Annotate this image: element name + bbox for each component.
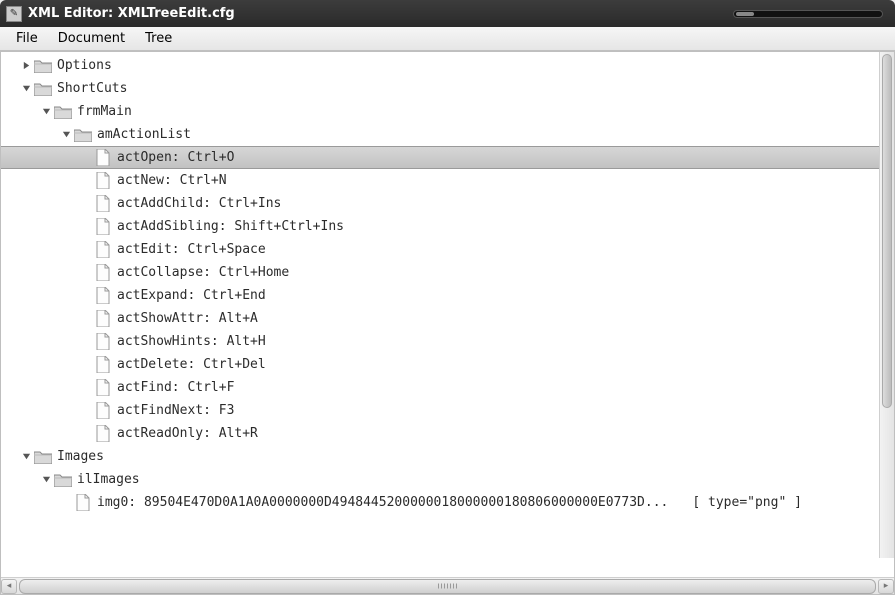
menubar: File Document Tree — [0, 27, 895, 51]
tree-node-frmmain[interactable]: frmMain — [1, 100, 894, 123]
tree-node-images[interactable]: Images — [1, 445, 894, 468]
folder-icon — [53, 471, 73, 489]
tree-leaf[interactable]: actDelete: Ctrl+Del — [1, 353, 894, 376]
tree-node-amactionlist[interactable]: amActionList — [1, 123, 894, 146]
tree-label: actCollapse: Ctrl+Home — [117, 261, 289, 284]
tree-label: actFind: Ctrl+F — [117, 376, 234, 399]
tree-label: actDelete: Ctrl+Del — [117, 353, 266, 376]
file-icon — [93, 287, 113, 305]
scrollbar-thumb[interactable] — [882, 54, 892, 408]
file-icon — [93, 333, 113, 351]
file-icon — [93, 425, 113, 443]
tree-leaf[interactable]: actExpand: Ctrl+End — [1, 284, 894, 307]
tree-label: actFindNext: F3 — [117, 399, 234, 422]
tree-label: Options — [57, 54, 112, 77]
tree-label: amActionList — [97, 123, 191, 146]
vertical-scrollbar[interactable] — [879, 52, 894, 558]
tree-view[interactable]: Options ShortCuts frmMain amA — [1, 52, 894, 577]
tree-label: img0: 89504E470D0A1A0A0000000D4948445200… — [97, 491, 668, 514]
client-area: Options ShortCuts frmMain amA — [0, 51, 895, 595]
tree-leaf[interactable]: actFind: Ctrl+F — [1, 376, 894, 399]
tree-leaf[interactable]: actShowAttr: Alt+A — [1, 307, 894, 330]
tree-attrs: [ type="png" ] — [692, 491, 802, 514]
tree-label: actEdit: Ctrl+Space — [117, 238, 266, 261]
folder-icon — [33, 57, 53, 75]
folder-icon — [73, 126, 93, 144]
collapse-arrow-icon[interactable] — [19, 452, 33, 461]
tree-leaf-img0[interactable]: img0: 89504E470D0A1A0A0000000D4948445200… — [1, 491, 894, 514]
folder-icon — [33, 80, 53, 98]
file-icon — [93, 195, 113, 213]
tree-leaf[interactable]: actFindNext: F3 — [1, 399, 894, 422]
window: ✎ XML Editor: XMLTreeEdit.cfg File Docum… — [0, 0, 895, 595]
tree-label: ShortCuts — [57, 77, 127, 100]
tree-label: actOpen: Ctrl+O — [117, 147, 234, 168]
file-icon — [93, 218, 113, 236]
tree-label: ilImages — [77, 468, 140, 491]
scrollbar-track[interactable] — [19, 579, 876, 594]
menu-document[interactable]: Document — [48, 29, 135, 48]
file-icon — [93, 379, 113, 397]
tree-label: actAddSibling: Shift+Ctrl+Ins — [117, 215, 344, 238]
titlebar[interactable]: ✎ XML Editor: XMLTreeEdit.cfg — [0, 0, 895, 27]
collapse-arrow-icon[interactable] — [59, 130, 73, 139]
tree-leaf[interactable]: actShowHints: Alt+H — [1, 330, 894, 353]
scroll-right-button[interactable]: ▸ — [878, 579, 894, 594]
app-icon: ✎ — [6, 6, 22, 22]
horizontal-scrollbar[interactable]: ◂ ▸ — [1, 577, 894, 594]
scroll-left-button[interactable]: ◂ — [1, 579, 17, 594]
tree-label: actShowAttr: Alt+A — [117, 307, 258, 330]
expand-arrow-icon[interactable] — [19, 61, 33, 70]
tree-leaf[interactable]: actEdit: Ctrl+Space — [1, 238, 894, 261]
tree-leaf[interactable]: actCollapse: Ctrl+Home — [1, 261, 894, 284]
tree-node-ilimages[interactable]: ilImages — [1, 468, 894, 491]
menu-file[interactable]: File — [6, 29, 48, 48]
menu-tree[interactable]: Tree — [135, 29, 182, 48]
file-icon — [93, 264, 113, 282]
tree-label: Images — [57, 445, 104, 468]
collapse-arrow-icon[interactable] — [19, 84, 33, 93]
window-title: XML Editor: XMLTreeEdit.cfg — [28, 6, 235, 21]
tree-leaf-actopen[interactable]: actOpen: Ctrl+O — [1, 146, 894, 169]
file-icon — [93, 172, 113, 190]
file-icon — [93, 356, 113, 374]
titlebar-slider[interactable] — [733, 10, 883, 18]
tree-label: actShowHints: Alt+H — [117, 330, 266, 353]
collapse-arrow-icon[interactable] — [39, 475, 53, 484]
tree-label: frmMain — [77, 100, 132, 123]
tree-label: actReadOnly: Alt+R — [117, 422, 258, 445]
tree-leaf[interactable]: actAddChild: Ctrl+Ins — [1, 192, 894, 215]
tree-label: actAddChild: Ctrl+Ins — [117, 192, 281, 215]
scrollbar-thumb[interactable] — [19, 579, 876, 594]
collapse-arrow-icon[interactable] — [39, 107, 53, 116]
file-icon — [73, 494, 93, 512]
tree-label: actNew: Ctrl+N — [117, 169, 227, 192]
file-icon — [93, 402, 113, 420]
tree-node-options[interactable]: Options — [1, 54, 894, 77]
tree-leaf[interactable]: actNew: Ctrl+N — [1, 169, 894, 192]
file-icon — [93, 310, 113, 328]
tree-label: actExpand: Ctrl+End — [117, 284, 266, 307]
file-icon — [93, 149, 113, 167]
tree-leaf[interactable]: actAddSibling: Shift+Ctrl+Ins — [1, 215, 894, 238]
file-icon — [93, 241, 113, 259]
folder-icon — [33, 448, 53, 466]
tree-node-shortcuts[interactable]: ShortCuts — [1, 77, 894, 100]
tree-leaf[interactable]: actReadOnly: Alt+R — [1, 422, 894, 445]
folder-icon — [53, 103, 73, 121]
